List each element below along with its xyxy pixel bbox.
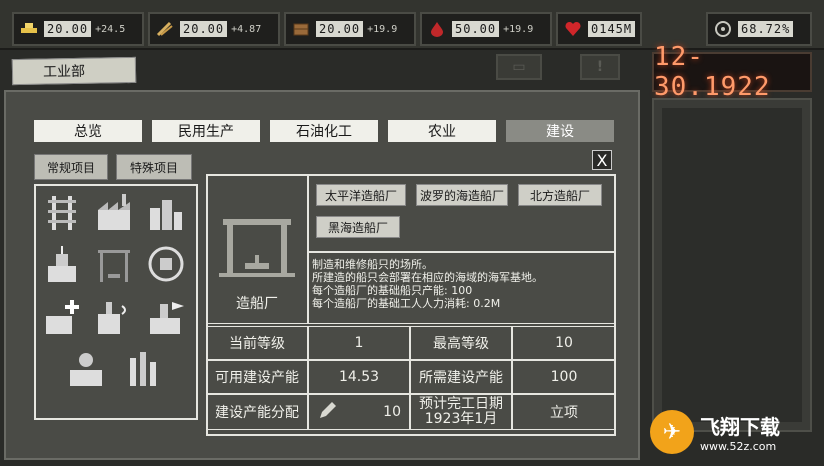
building-preview: 造船厂 <box>206 174 308 324</box>
ministry-title: 工业部 <box>42 63 86 81</box>
palace-building[interactable] <box>42 244 82 284</box>
tab-overview[interactable]: 总览 <box>34 120 142 142</box>
nuclear-building[interactable] <box>66 348 106 388</box>
shipyard-baltic-button[interactable]: 波罗的海造船厂 <box>416 184 508 206</box>
completion-date: 1923年1月 <box>424 411 498 427</box>
start-project-button[interactable]: 立项 <box>512 394 616 430</box>
resource-value: 0145M <box>588 21 636 37</box>
crate-icon <box>290 18 312 40</box>
launch-site-building[interactable] <box>122 348 162 388</box>
palace-icon <box>48 246 76 282</box>
watermark-site: www.52z.com <box>700 440 777 453</box>
oil-drop-icon <box>426 18 448 40</box>
airport-building[interactable] <box>146 296 186 336</box>
watermark-logo-icon: ✈ <box>650 410 694 454</box>
building-description: 制造和维修船只的场所。 所建造的船只会部署在相应的海域的海军基地。 每个造船厂的… <box>312 258 612 310</box>
crane-icon <box>98 250 130 282</box>
gold-bars-icon <box>18 18 40 40</box>
side-panel-screen <box>662 108 802 422</box>
description-line: 制造和维修船只的场所。 <box>312 258 433 271</box>
ministry-window: 总览 民用生产 石油化工 农业 建设 常规项目 特殊项目 X 造船厂 太平洋造船… <box>4 90 640 460</box>
shipyard-northern-button[interactable]: 北方造船厂 <box>518 184 602 206</box>
required-capacity-value: 100 <box>512 360 616 394</box>
resource-rate: +19.9 <box>503 23 534 35</box>
hospital-icon <box>46 300 79 334</box>
resource-food[interactable]: 20.00 +4.87 <box>148 12 280 46</box>
completion-date-cell: 预计完工日期 1923年1月 <box>410 394 512 430</box>
emblem-icon <box>148 246 184 282</box>
close-button[interactable]: X <box>592 150 612 170</box>
resource-rate: +19.9 <box>367 23 398 35</box>
factory-icon <box>98 194 130 230</box>
completion-label: 预计完工日期 <box>419 396 503 412</box>
wheat-icon <box>154 18 176 40</box>
city-icon <box>150 200 182 230</box>
alert-button[interactable]: ! <box>580 54 620 80</box>
resource-rate: +24.5 <box>95 23 126 35</box>
description-line: 所建造的船只会部署在相应的海域的海军基地。 <box>312 271 543 284</box>
available-capacity-value: 14.53 <box>308 360 410 394</box>
radio-tower-icon <box>98 302 126 334</box>
resource-value: 50.00 <box>452 21 500 37</box>
side-panel <box>652 98 812 432</box>
shipyard-pacific-button[interactable]: 太平洋造船厂 <box>316 184 406 206</box>
factory-building[interactable] <box>94 192 134 232</box>
tab-construction[interactable]: 建设 <box>506 120 614 142</box>
tab-civilian-production[interactable]: 民用生产 <box>152 120 260 142</box>
watermark-brand: 飞翔下载 <box>700 415 780 439</box>
category-tabs: 总览 民用生产 石油化工 农业 建设 <box>34 120 614 142</box>
tab-agriculture[interactable]: 农业 <box>388 120 496 142</box>
special-projects-tab[interactable]: 特殊项目 <box>116 154 192 180</box>
rocket-icon <box>130 352 156 386</box>
description-line: 每个造船厂的基础船只产能: 100 <box>312 284 473 297</box>
emblem-building[interactable] <box>146 244 186 284</box>
heart-icon <box>562 18 584 40</box>
available-capacity-label: 可用建设产能 <box>206 360 308 394</box>
book-icon: ▭ <box>512 59 526 75</box>
stability-icon <box>712 18 734 40</box>
current-level-label: 当前等级 <box>206 326 308 360</box>
max-level-label: 最高等级 <box>410 326 512 360</box>
max-level-value: 10 <box>512 326 616 360</box>
hospital-building[interactable] <box>42 296 82 336</box>
resource-stability[interactable]: 68.72% <box>706 12 812 46</box>
building-name: 造船厂 <box>236 296 278 312</box>
regular-projects-tab[interactable]: 常规项目 <box>34 154 108 180</box>
nuclear-icon <box>70 353 102 386</box>
site-watermark: ✈ 飞翔下载 www.52z.com <box>650 404 820 460</box>
resource-value: 68.72% <box>738 21 794 37</box>
resource-rate: +4.87 <box>231 23 262 35</box>
broadcast-building[interactable] <box>94 296 134 336</box>
city-building[interactable] <box>146 192 186 232</box>
exclamation-icon: ! <box>596 59 604 75</box>
railway-building[interactable] <box>42 192 82 232</box>
date-display: 12-30.1922 <box>652 42 812 102</box>
shipyard-building[interactable] <box>94 244 134 284</box>
resource-oil[interactable]: 50.00 +19.9 <box>420 12 552 46</box>
allocation-value: 10 <box>383 404 401 420</box>
allocation-label: 建设产能分配 <box>206 394 308 430</box>
shipyard-blacksea-button[interactable]: 黑海造船厂 <box>316 216 400 238</box>
railway-icon <box>48 196 76 230</box>
building-grid <box>34 184 198 420</box>
shipyard-crane-icon <box>219 219 295 277</box>
resource-value: 20.00 <box>44 21 92 37</box>
allocation-editor[interactable]: 10 <box>308 394 410 430</box>
resource-value: 20.00 <box>180 21 228 37</box>
tab-petrochemical[interactable]: 石油化工 <box>270 120 378 142</box>
description-line: 每个造船厂的基础工人人力消耗: 0.2M <box>312 297 501 310</box>
close-icon: X <box>596 150 608 170</box>
resource-goods[interactable]: 20.00 +19.9 <box>284 12 416 46</box>
required-capacity-label: 所需建设产能 <box>410 360 512 394</box>
ministry-title-banner: 工业部 <box>11 56 137 86</box>
book-button[interactable]: ▭ <box>496 54 542 80</box>
resource-population[interactable]: 0145M <box>556 12 642 46</box>
resource-gold[interactable]: 20.00 +24.5 <box>12 12 144 46</box>
pencil-icon[interactable] <box>317 399 339 425</box>
current-level-value: 1 <box>308 326 410 360</box>
resource-value: 20.00 <box>316 21 364 37</box>
airport-icon <box>150 302 184 334</box>
